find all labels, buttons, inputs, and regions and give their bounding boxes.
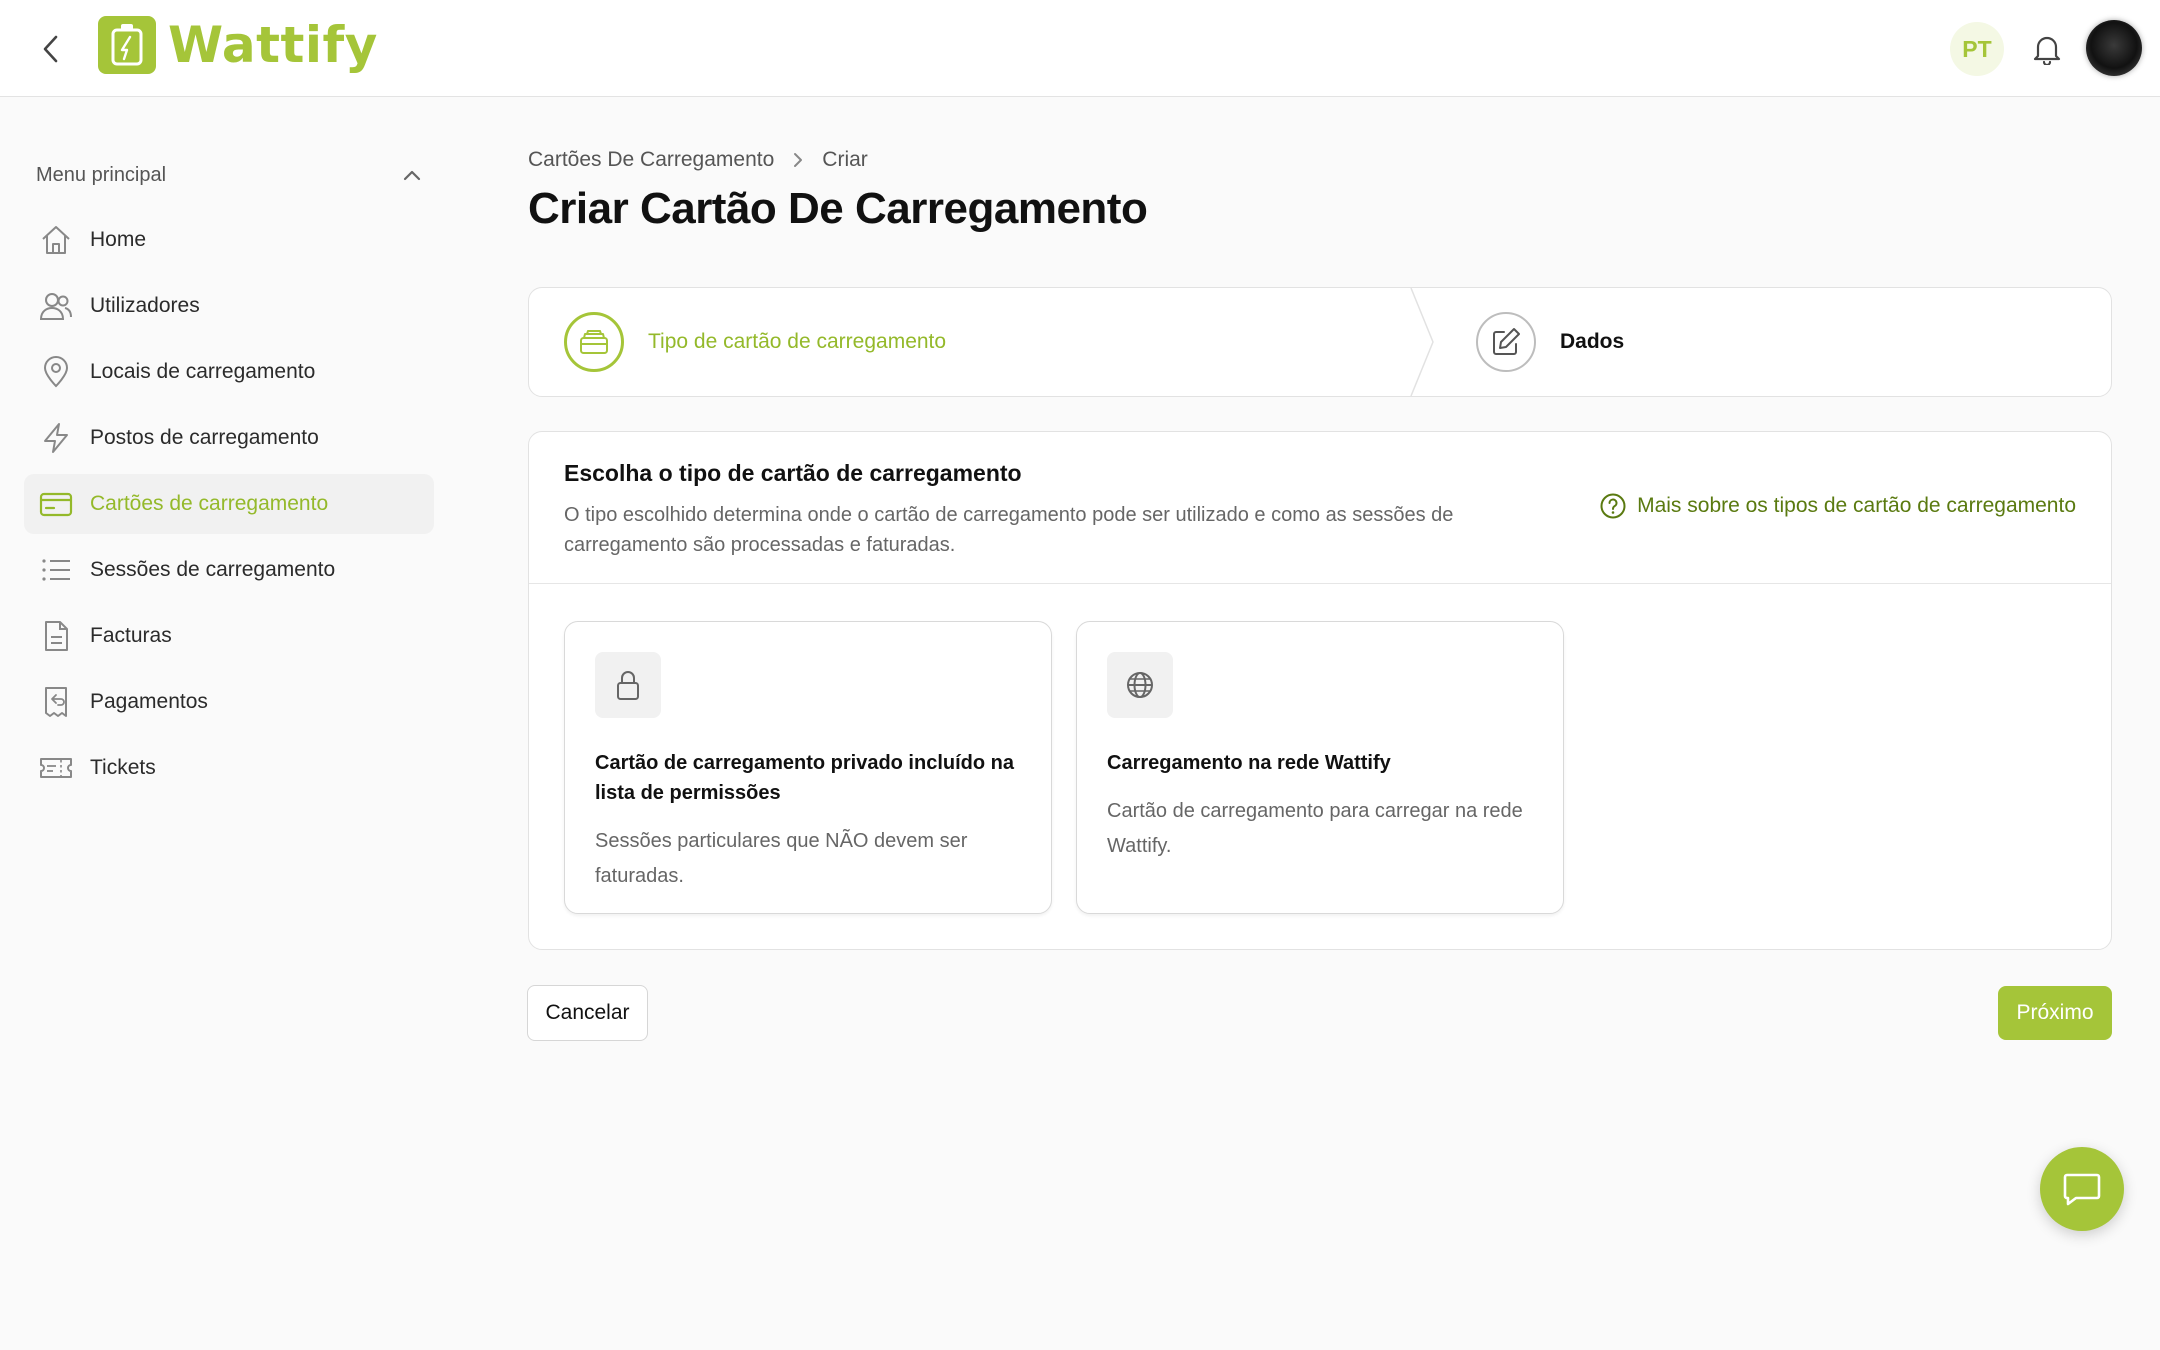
panel-title: Escolha o tipo de cartão de carregamento (564, 460, 1022, 486)
card-stack-icon (564, 312, 624, 372)
menu-section-toggle[interactable]: Menu principal (36, 158, 422, 192)
next-button[interactable]: Próximo (1998, 986, 2112, 1040)
breadcrumb-parent-link[interactable]: Cartões De Carregamento (528, 148, 774, 172)
panel-header: Escolha o tipo de cartão de carregamento… (529, 432, 2111, 584)
sidebar-item-postos[interactable]: Postos de carregamento (24, 408, 434, 468)
menu-section-label: Menu principal (36, 163, 167, 186)
chevron-left-icon (43, 35, 58, 63)
cancel-button[interactable]: Cancelar (527, 985, 648, 1041)
document-icon (38, 618, 74, 654)
chevron-right-icon (794, 153, 803, 167)
option-description: Sessões particulares que NÃO devem ser f… (595, 830, 968, 887)
sidebar-item-locais[interactable]: Locais de carregamento (24, 342, 434, 402)
sidebar-item-label: Locais de carregamento (90, 360, 316, 383)
option-private-whitelist[interactable]: Cartão de carregamento privado incluído … (564, 621, 1052, 914)
receipt-icon (38, 684, 74, 720)
option-description: Cartão de carregamento para carregar na … (1107, 800, 1523, 857)
sidebar-item-label: Home (90, 228, 147, 251)
sidebar-item-home[interactable]: Home (24, 210, 434, 270)
step-divider-chevron (1410, 288, 1434, 396)
sidebar-item-cartoes[interactable]: Cartões de carregamento (24, 474, 434, 534)
sidebar-item-label: Facturas (90, 624, 172, 647)
bell-icon (2033, 36, 2061, 65)
sidebar-item-label: Pagamentos (90, 690, 208, 713)
sidebar-item-label: Tickets (90, 756, 156, 779)
sidebar-item-label: Utilizadores (90, 294, 200, 317)
sidebar-item-pagamentos[interactable]: Pagamentos (24, 672, 434, 732)
option-title: Cartão de carregamento privado incluído … (595, 752, 1014, 804)
brand-name: Wattify (168, 16, 378, 74)
chevron-up-icon (403, 170, 421, 181)
language-switcher[interactable]: PT (1950, 22, 2004, 76)
option-wattify-network[interactable]: Carregamento na rede Wattify Cartão de c… (1076, 621, 1564, 914)
question-circle-icon (1600, 493, 1626, 519)
panel-description: O tipo escolhido determina onde o cartão… (564, 504, 1454, 556)
user-avatar[interactable] (2086, 20, 2142, 76)
edit-icon (1476, 312, 1536, 372)
sidebar-item-utilizadores[interactable]: Utilizadores (24, 276, 434, 336)
option-title: Carregamento na rede Wattify (1107, 752, 1391, 774)
breadcrumb: Cartões De Carregamento Criar (528, 144, 868, 176)
list-icon (38, 552, 74, 588)
step-label: Tipo de cartão de carregamento (648, 330, 947, 353)
credit-card-icon (38, 486, 74, 522)
chat-bubble-icon (2063, 1173, 2101, 1206)
ticket-icon (38, 750, 74, 786)
sidebar-item-sessoes[interactable]: Sessões de carregamento (24, 540, 434, 600)
sidebar-item-tickets[interactable]: Tickets (24, 738, 434, 798)
page-title: Criar Cartão De Carregamento (528, 184, 1148, 233)
breadcrumb-current: Criar (822, 148, 868, 171)
wizard-stepper: Tipo de cartão de carregamento Dados (528, 287, 2112, 397)
users-icon (38, 288, 74, 324)
sidebar-item-label: Postos de carregamento (90, 426, 319, 449)
top-header: Wattify PT (0, 0, 2160, 97)
chat-button[interactable] (2040, 1147, 2124, 1231)
step-label: Dados (1560, 330, 1625, 353)
card-types-help-link[interactable]: Mais sobre os tipos de cartão de carrega… (1599, 492, 2076, 520)
home-icon (38, 222, 74, 258)
brand-logo[interactable]: Wattify (98, 14, 378, 76)
card-type-panel: Escolha o tipo de cartão de carregamento… (528, 431, 2112, 950)
sidebar-item-label: Sessões de carregamento (90, 558, 336, 581)
sidebar-item-label: Cartões de carregamento (90, 492, 329, 515)
step-card-type[interactable]: Tipo de cartão de carregamento (564, 288, 946, 396)
back-button[interactable] (30, 28, 72, 70)
lock-icon (595, 652, 661, 718)
globe-icon (1107, 652, 1173, 718)
notifications-button[interactable] (2024, 26, 2070, 72)
battery-logo-icon (98, 16, 156, 74)
sidebar-item-facturas[interactable]: Facturas (24, 606, 434, 666)
map-pin-icon (38, 354, 74, 390)
lightning-icon (38, 420, 74, 456)
step-data[interactable]: Dados (1476, 288, 1624, 396)
help-link-label: Mais sobre os tipos de cartão de carrega… (1637, 494, 2076, 517)
